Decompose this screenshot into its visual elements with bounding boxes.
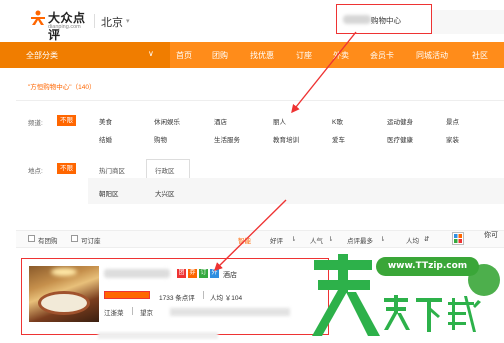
category-option[interactable]: 爱车 <box>332 134 345 144</box>
nav-item-takeout[interactable]: 外卖 <box>333 50 349 61</box>
reserve-checkbox-label: 可订座 <box>81 238 101 245</box>
reserve-badge: 订 <box>199 269 208 278</box>
divider <box>132 307 133 315</box>
nav-item-membership[interactable]: 会员卡 <box>370 50 394 61</box>
site-header: 大众点评 dianping.com 北京 ▾ 购物中心 <box>0 0 504 42</box>
category-option[interactable]: 医疗健康 <box>387 134 413 144</box>
groupbuy-checkbox[interactable] <box>28 235 35 242</box>
nav-item-groupbuy[interactable]: 团购 <box>212 50 228 61</box>
category-option[interactable]: 景点 <box>446 116 459 126</box>
average-price: 人均 ￥104 <box>210 295 243 302</box>
nav-item-home[interactable]: 首页 <box>176 50 192 61</box>
shop-address-blurred <box>170 308 290 316</box>
photo-chandelier <box>51 268 77 276</box>
category-option[interactable]: 生活服务 <box>214 134 240 144</box>
search-input-value: 购物中心 <box>371 16 401 25</box>
tab-hot-district[interactable]: 热门商区 <box>99 165 125 175</box>
photo-dining-table <box>41 294 87 312</box>
main-nav: 全部分类 ∨ 首页 团购 找优惠 订座 外卖 会员卡 同城活动 社区 <box>0 42 504 68</box>
category-option[interactable]: 运动健身 <box>387 116 413 126</box>
sort-bar-right-text: 你可 <box>484 232 498 239</box>
city-selector[interactable]: 北京 <box>101 14 123 30</box>
sort-rating[interactable]: 好评 <box>270 235 283 245</box>
sort-down-icon: ⇂ <box>380 236 386 243</box>
logo-domain: dianping.com <box>48 24 81 30</box>
nav-item-deals[interactable]: 找优惠 <box>250 50 274 61</box>
category-option[interactable]: 美食 <box>99 116 112 126</box>
shop-photo[interactable] <box>29 266 99 322</box>
category-option[interactable]: 结婚 <box>99 134 112 144</box>
shop-cuisine[interactable]: 江浙菜 <box>104 307 124 317</box>
shop-name-suffix: 酒店 <box>223 272 237 279</box>
search-blurred-text <box>343 15 371 24</box>
category-option[interactable]: 丽人 <box>273 116 286 126</box>
category-option[interactable]: 酒店 <box>214 116 227 126</box>
area-filter-label: 地点: <box>28 168 43 175</box>
nav-item-community[interactable]: 社区 <box>472 50 488 61</box>
nav-item-events[interactable]: 同城活动 <box>416 50 448 61</box>
category-option[interactable]: 教育培训 <box>273 134 299 144</box>
chevron-down-icon: ∨ <box>148 49 154 58</box>
shop-name-blurred[interactable] <box>104 269 170 278</box>
review-count[interactable]: 1733 条点评 <box>159 292 195 302</box>
category-all-tag[interactable]: 不限 <box>57 115 76 126</box>
dianping-logo[interactable]: 大众点评 dianping.com <box>30 8 88 42</box>
sort-toggle-icon: ⇵ <box>424 236 430 243</box>
nav-item-reserve[interactable]: 订座 <box>296 50 312 61</box>
promo-text-blurred <box>98 332 218 339</box>
sort-review-count[interactable]: 点评最多 <box>347 235 373 245</box>
district-option[interactable]: 大兴区 <box>155 188 175 198</box>
sort-smart[interactable]: 智能 <box>238 235 251 245</box>
divider <box>203 291 204 299</box>
takeout-badge: 外 <box>210 269 219 278</box>
all-categories-label: 全部分类 <box>26 51 58 60</box>
sort-down-icon: ⇂ <box>291 236 297 243</box>
chevron-down-icon[interactable]: ▾ <box>126 17 130 25</box>
header-divider <box>94 14 95 28</box>
district-option[interactable]: 朝阳区 <box>99 188 119 198</box>
area-all-tag[interactable]: 不限 <box>57 163 76 174</box>
dianping-logo-icon <box>31 10 45 25</box>
search-input[interactable]: 购物中心 <box>336 4 432 34</box>
category-option[interactable]: K歌 <box>332 116 343 126</box>
star-rating <box>104 291 150 299</box>
groupbuy-badge: 团 <box>177 269 186 278</box>
shop-area[interactable]: 望京 <box>140 307 153 317</box>
all-categories-menu[interactable]: 全部分类 ∨ <box>0 42 170 68</box>
category-option[interactable]: 休闲娱乐 <box>154 116 180 126</box>
tab-admin-district[interactable]: 行政区 <box>155 165 175 175</box>
search-result-breadcrumb: "方恒购物中心"（140） <box>28 84 96 91</box>
category-filter-label: 频道: <box>28 120 43 127</box>
watermark-url: www.TTzip.com <box>376 257 479 276</box>
reserve-checkbox[interactable] <box>71 235 78 242</box>
sort-avg-price[interactable]: 人均 <box>406 235 419 245</box>
coupon-badge: 券 <box>188 269 197 278</box>
map-view-icon[interactable] <box>452 232 464 245</box>
district-options-panel <box>88 178 504 204</box>
search-button-area[interactable] <box>432 10 504 34</box>
groupbuy-checkbox-label: 有团购 <box>38 238 58 245</box>
category-option[interactable]: 家装 <box>446 134 459 144</box>
sort-down-icon: ⇂ <box>328 236 334 243</box>
category-option[interactable]: 购物 <box>154 134 167 144</box>
sort-popularity[interactable]: 人气 <box>310 235 323 245</box>
